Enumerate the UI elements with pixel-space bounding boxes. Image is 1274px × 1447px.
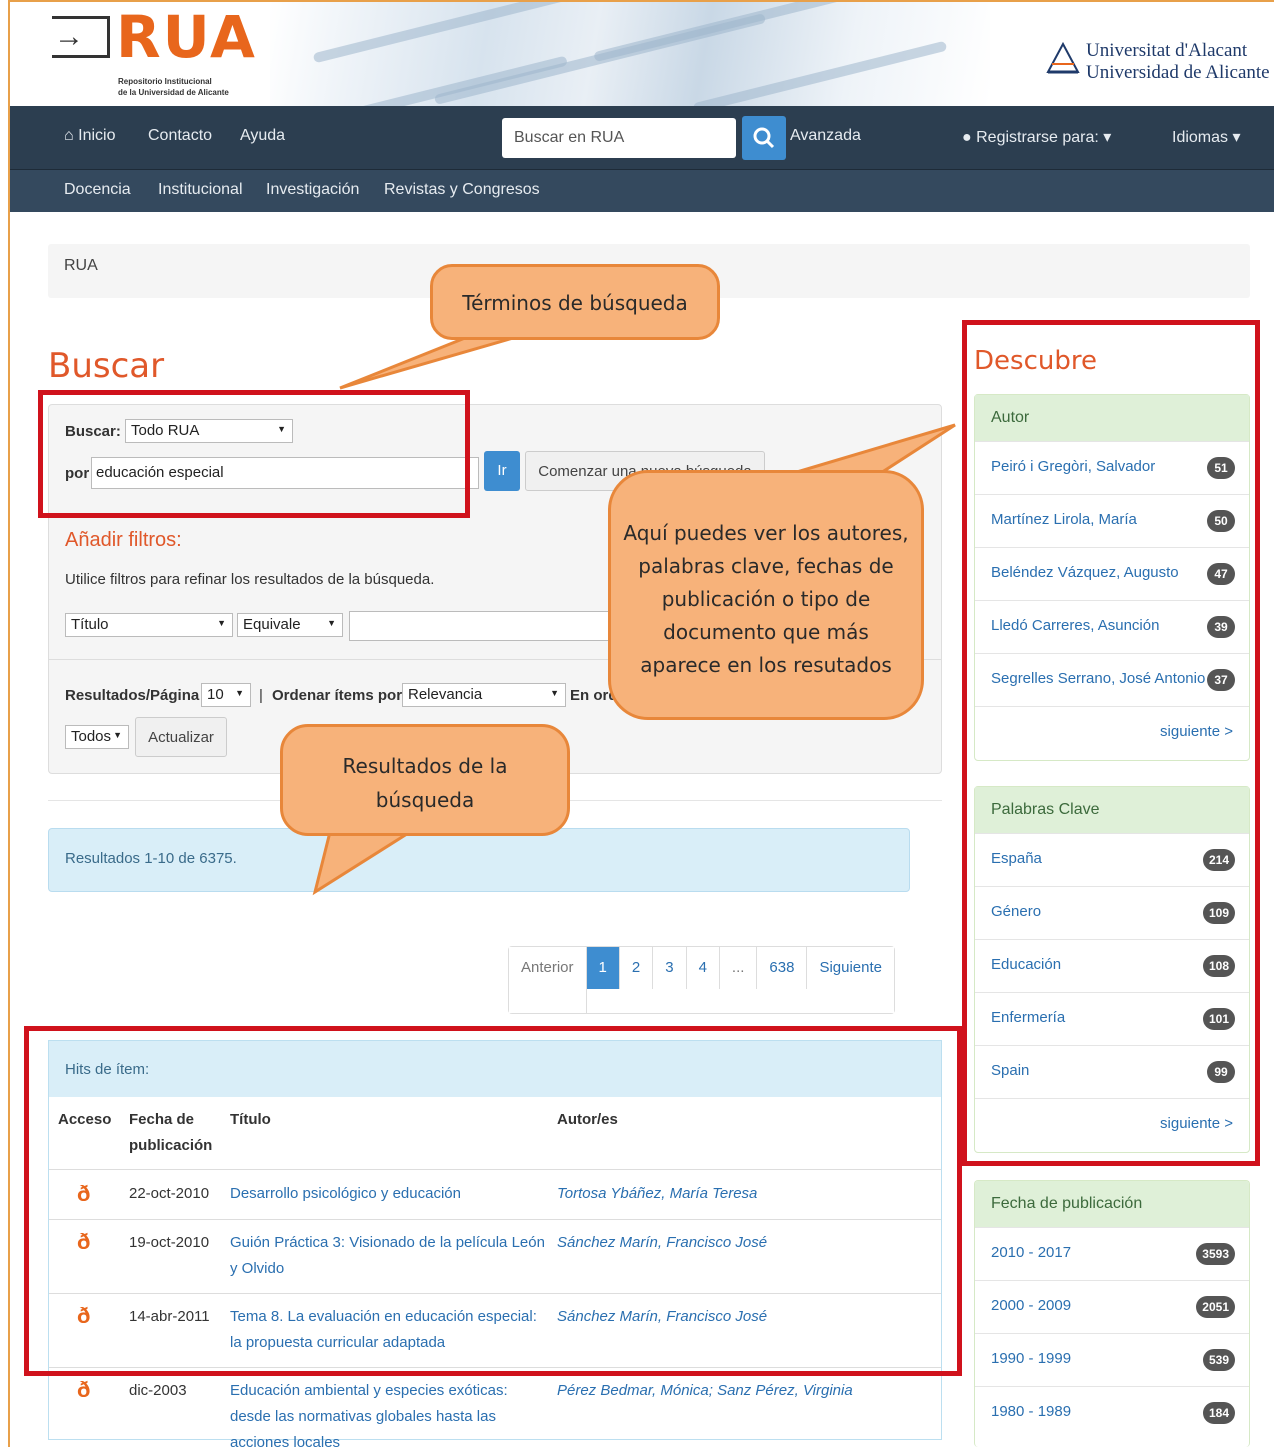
callout-search-terms: Términos de búsqueda <box>430 264 720 340</box>
callout-results: Resultados de la búsqueda <box>280 724 570 836</box>
callout-discover: Aquí puedes ver los autores, palabras cl… <box>608 470 924 720</box>
callout-tails <box>312 334 956 896</box>
